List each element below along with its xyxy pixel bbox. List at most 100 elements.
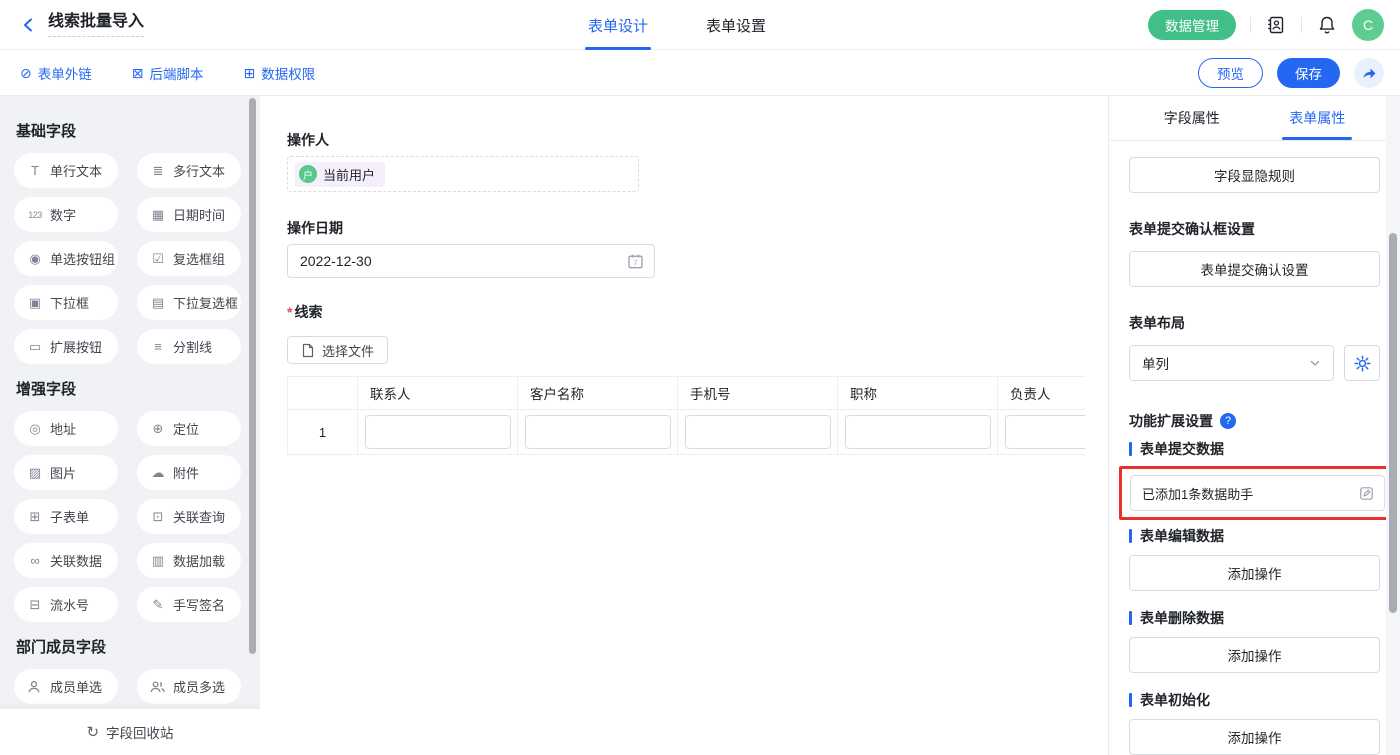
sidebar-item-label: 流水号 — [50, 595, 89, 614]
field-visibility-rules-button[interactable]: 字段显隐规则 — [1129, 157, 1380, 193]
tab-form-settings[interactable]: 表单设置 — [706, 0, 766, 50]
sidebar-item-label: 扩展按钮 — [50, 337, 102, 356]
file-icon — [301, 343, 315, 358]
sidebar-item-label: 日期时间 — [173, 205, 225, 224]
owner-input[interactable] — [1005, 415, 1086, 449]
properties-tabs: 字段属性 表单属性 — [1109, 96, 1400, 141]
data-assistant-value: 已添加1条数据助手 — [1142, 484, 1253, 503]
persons-icon — [150, 680, 166, 694]
col-header-title: 职称 — [838, 377, 998, 410]
calendar-icon: ▦ — [150, 207, 166, 223]
enhanced-fields-grid: ◎地址 ⊕定位 ▨图片 ☁附件 ⊞子表单 ⊡关联查询 ∞关联数据 ▥数据加载 ⊟… — [14, 411, 240, 622]
sidebar-item-extend-button[interactable]: ▭扩展按钮 — [14, 329, 118, 364]
user-avatar[interactable]: C — [1352, 9, 1384, 41]
page-title[interactable]: 线索批量导入 — [48, 13, 144, 37]
field-operation-date[interactable]: 操作日期 2022-12-30 7 — [287, 218, 1108, 278]
choose-file-button[interactable]: 选择文件 — [287, 336, 388, 364]
edit-icon[interactable] — [1359, 486, 1374, 501]
share-button[interactable] — [1354, 58, 1384, 88]
title-input[interactable] — [845, 415, 991, 449]
date-field-label: 操作日期 — [287, 218, 1108, 238]
sidebar-item-member-single[interactable]: 成员单选 — [14, 669, 118, 704]
sidebar-item-location[interactable]: ⊕定位 — [137, 411, 241, 446]
sidebar-item-data-load[interactable]: ▥数据加载 — [137, 543, 241, 578]
group-label-submit-data: 表单提交数据 — [1129, 439, 1380, 459]
sidebar-item-label: 定位 — [173, 419, 199, 438]
sidebar-item-image[interactable]: ▨图片 — [14, 455, 118, 490]
person-icon — [27, 680, 43, 694]
back-button[interactable] — [20, 16, 38, 34]
chevron-left-icon — [20, 16, 38, 34]
sidebar-item-label: 成员单选 — [50, 677, 102, 696]
sidebar-item-signature[interactable]: ✎手写签名 — [137, 587, 241, 622]
field-clue[interactable]: *线索 选择文件 联系人 客户名称 手机号 职称 负责人 — [287, 302, 1108, 455]
current-user-tag[interactable]: 户 当前用户 — [295, 162, 385, 187]
link-icon: ⊘ — [20, 66, 32, 80]
clue-field-label: *线索 — [287, 302, 1108, 322]
phone-input[interactable] — [685, 415, 831, 449]
layout-select-value: 单列 — [1142, 353, 1169, 373]
gear-icon — [1354, 355, 1371, 372]
customer-input[interactable] — [525, 415, 671, 449]
sidebar-item-checkbox-group[interactable]: ☑复选框组 — [137, 241, 241, 276]
clue-subtable: 联系人 客户名称 手机号 职称 负责人 1 — [287, 376, 1085, 455]
sidebar-item-serial-number[interactable]: ⊟流水号 — [14, 587, 118, 622]
sidebar-item-linked-data[interactable]: ∞关联数据 — [14, 543, 118, 578]
address-pin-icon: ◎ — [27, 421, 43, 437]
contact-input[interactable] — [365, 415, 511, 449]
sidebar-item-label: 关联查询 — [173, 507, 225, 526]
sidebar-item-address[interactable]: ◎地址 — [14, 411, 118, 446]
sidebar-item-radio-group[interactable]: ◉单选按钮组 — [14, 241, 118, 276]
cell-contact — [358, 410, 518, 455]
tab-form-design[interactable]: 表单设计 — [588, 0, 648, 50]
field-operator[interactable]: 操作人 户 当前用户 — [287, 130, 1108, 192]
tab-field-properties[interactable]: 字段属性 — [1129, 96, 1255, 140]
add-action-edit-button[interactable]: 添加操作 — [1129, 555, 1380, 591]
field-recycle-bin-button[interactable]: ↻ 字段回收站 — [0, 709, 260, 755]
notification-bell-icon[interactable] — [1316, 14, 1338, 36]
date-input[interactable]: 2022-12-30 7 — [287, 244, 655, 278]
extension-section-title: 功能扩展设置 — [1129, 411, 1213, 431]
layout-select[interactable]: 单列 — [1129, 345, 1334, 381]
sidebar-item-single-line-text[interactable]: T单行文本 — [14, 153, 118, 188]
layout-settings-button[interactable] — [1344, 345, 1380, 381]
submit-confirm-settings-button[interactable]: 表单提交确认设置 — [1129, 251, 1380, 287]
cloud-upload-icon: ☁ — [150, 465, 166, 481]
radio-icon: ◉ — [27, 251, 43, 267]
col-header-index — [288, 377, 358, 410]
data-manage-button[interactable]: 数据管理 — [1148, 10, 1236, 40]
permission-icon: ⊞ — [243, 66, 255, 80]
main-tabs: 表单设计 表单设置 — [588, 0, 766, 50]
preview-button[interactable]: 预览 — [1198, 58, 1263, 88]
panel-scrollbar[interactable] — [1389, 233, 1397, 613]
sidebar-item-divider[interactable]: ≡分割线 — [137, 329, 241, 364]
data-assistant-entry[interactable]: 已添加1条数据助手 — [1130, 475, 1385, 511]
operator-field-label: 操作人 — [287, 130, 1108, 150]
sidebar-item-multi-line-text[interactable]: ≣多行文本 — [137, 153, 241, 188]
add-action-delete-button[interactable]: 添加操作 — [1129, 637, 1380, 673]
sidebar-item-label: 下拉复选框 — [173, 293, 238, 312]
sidebar-item-multi-select[interactable]: ▤下拉复选框 — [137, 285, 241, 320]
operator-user-box[interactable]: 户 当前用户 — [287, 156, 639, 192]
data-permission-link[interactable]: ⊞ 数据权限 — [243, 63, 315, 83]
add-action-init-button[interactable]: 添加操作 — [1129, 719, 1380, 755]
script-icon: ⊠ — [132, 66, 144, 80]
checkbox-icon: ☑ — [150, 251, 166, 267]
sidebar-item-number[interactable]: 123数字 — [14, 197, 118, 232]
sidebar-item-member-multi[interactable]: 成员多选 — [137, 669, 241, 704]
save-button[interactable]: 保存 — [1277, 58, 1340, 88]
form-external-link[interactable]: ⊘ 表单外链 — [20, 63, 92, 83]
cell-owner — [998, 410, 1086, 455]
sidebar-item-attachment[interactable]: ☁附件 — [137, 455, 241, 490]
sidebar-item-subform[interactable]: ⊞子表单 — [14, 499, 118, 534]
contacts-icon[interactable] — [1265, 14, 1287, 36]
sidebar-item-select[interactable]: ▣下拉框 — [14, 285, 118, 320]
help-icon[interactable]: ? — [1220, 413, 1236, 429]
sidebar-item-linked-query[interactable]: ⊡关联查询 — [137, 499, 241, 534]
sidebar-scrollbar[interactable] — [249, 98, 256, 654]
tab-form-properties[interactable]: 表单属性 — [1255, 96, 1381, 140]
svg-text:7: 7 — [633, 258, 637, 267]
sidebar-item-datetime[interactable]: ▦ 日期时间 — [137, 197, 241, 232]
col-header-owner: 负责人 — [998, 377, 1086, 410]
backend-script-link[interactable]: ⊠ 后端脚本 — [132, 63, 204, 83]
